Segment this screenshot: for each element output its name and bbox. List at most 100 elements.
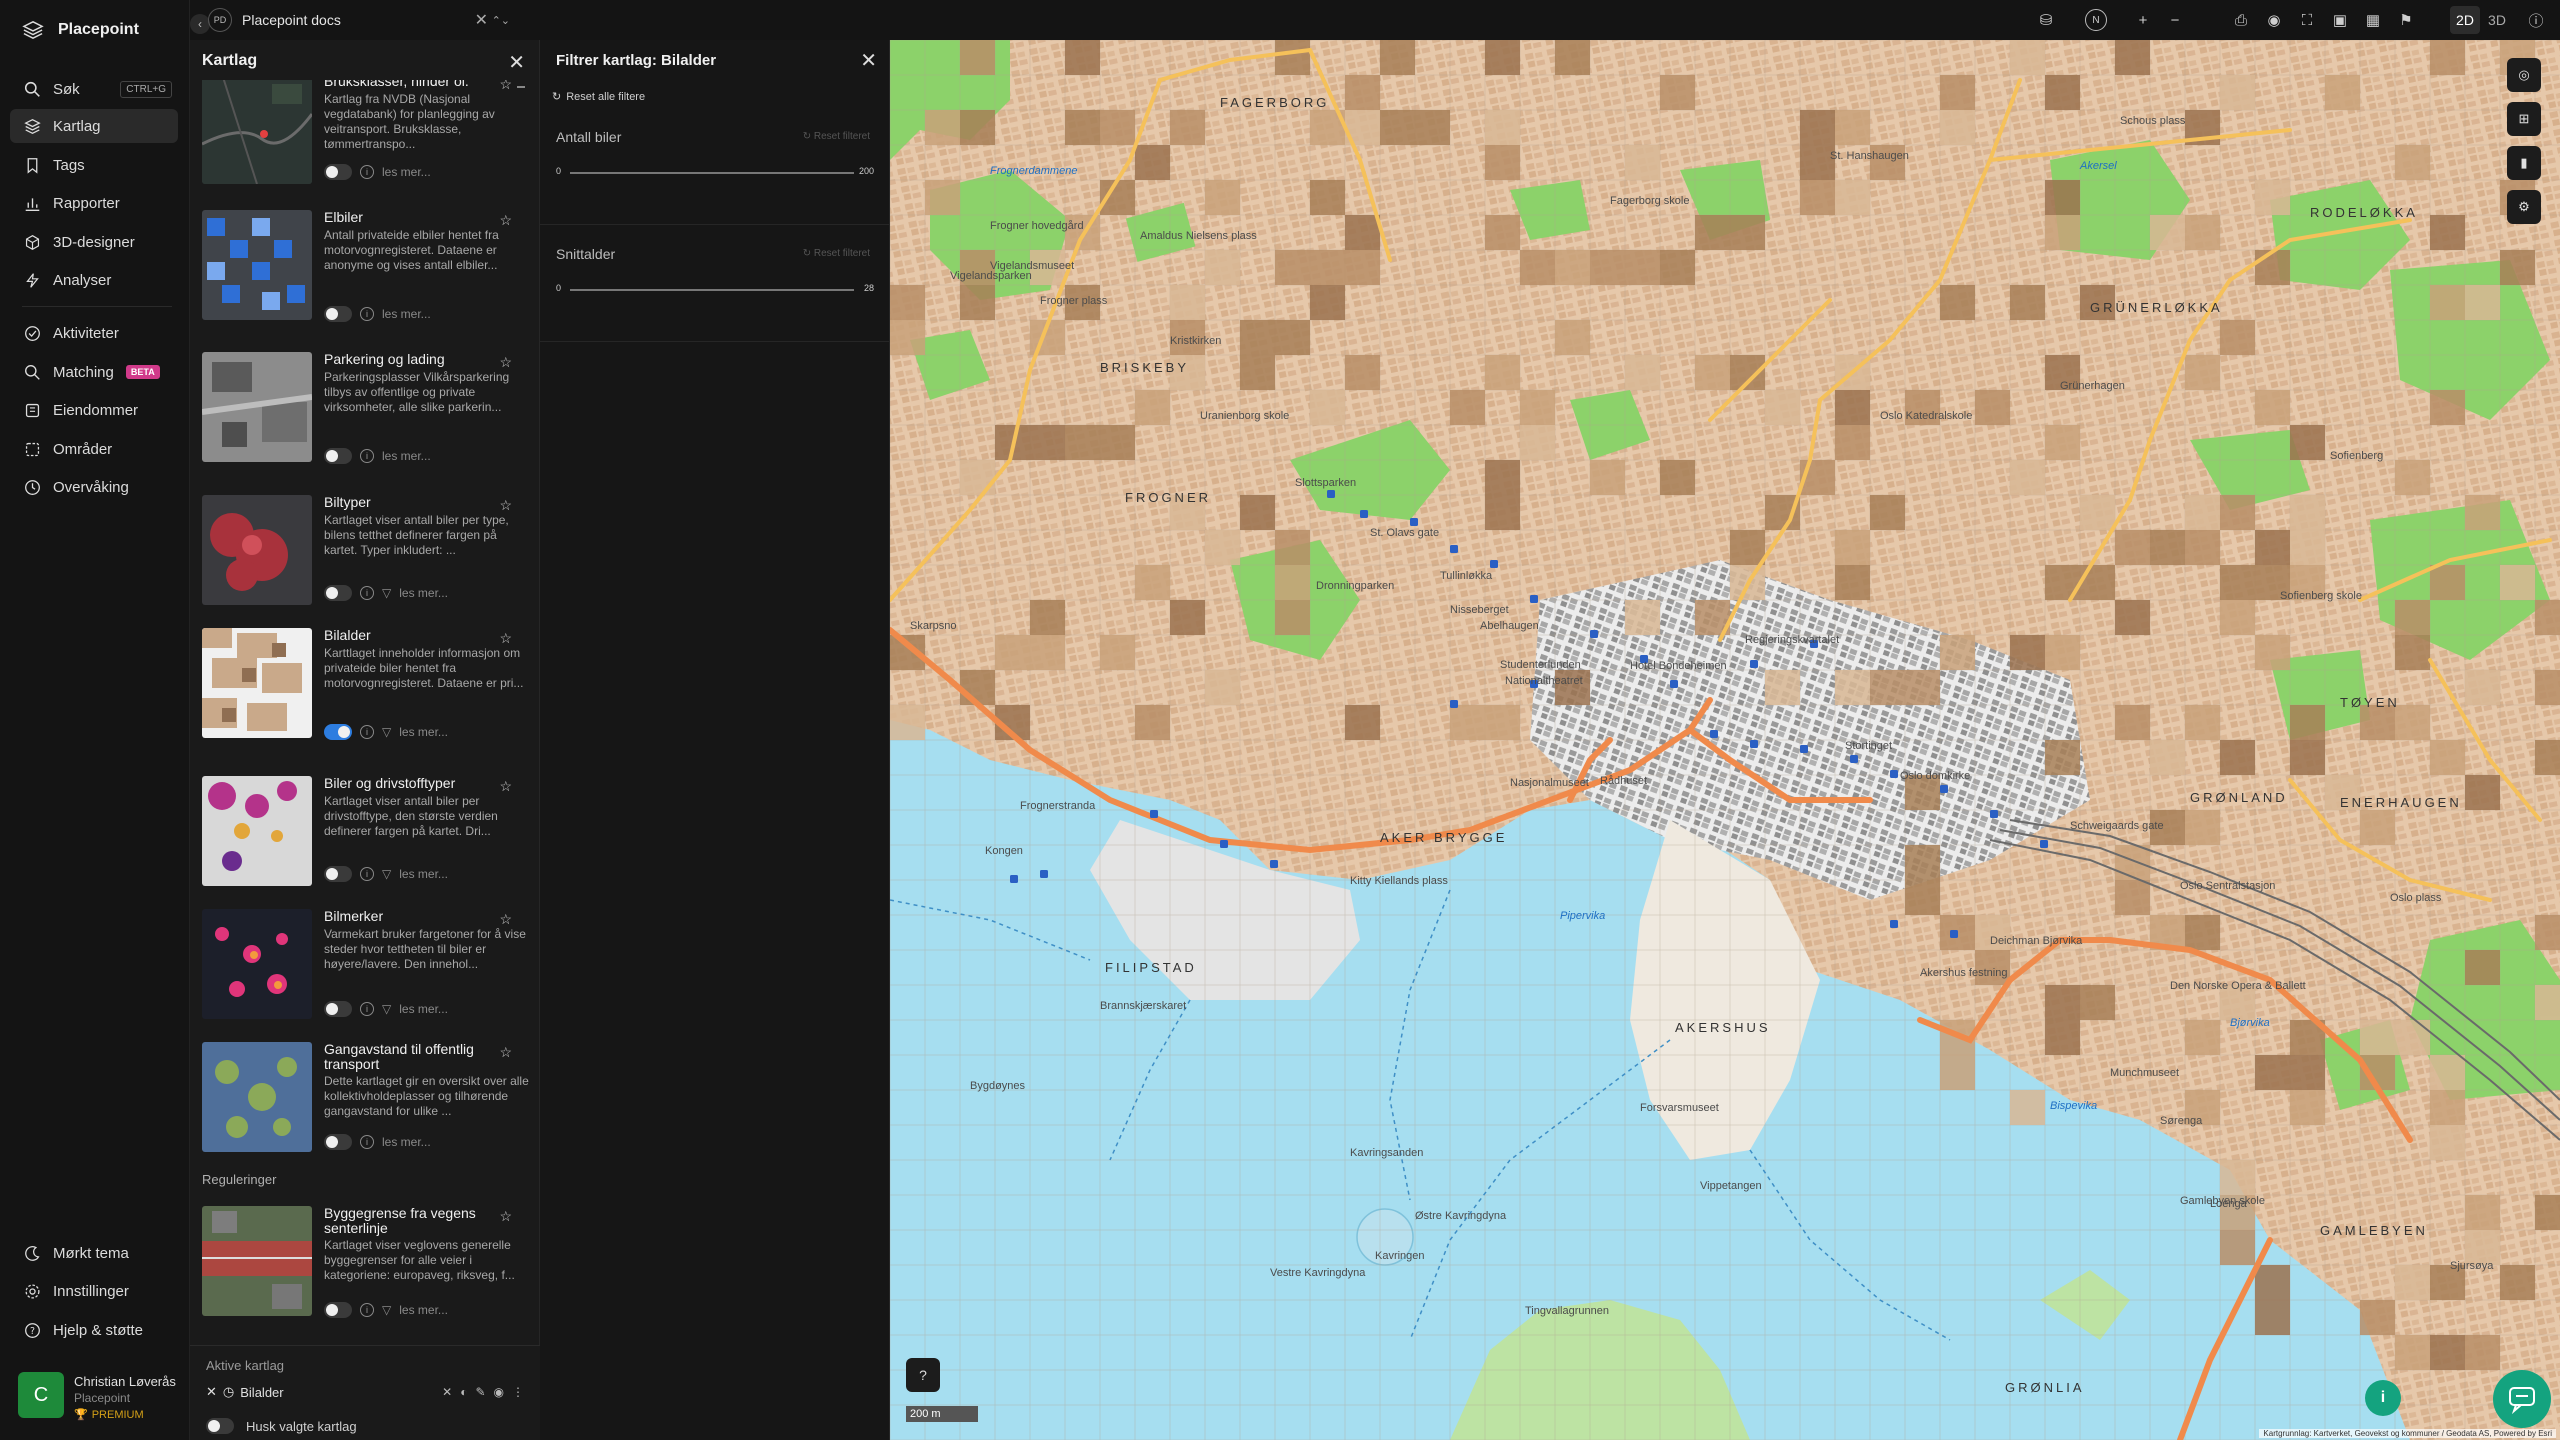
layer-item[interactable]: Bilmerker ☆ Varmekart bruker fargetoner … <box>202 909 532 1029</box>
grid-cell[interactable] <box>1940 285 1975 320</box>
grid-cell[interactable] <box>2010 285 2045 320</box>
grid-cell[interactable] <box>1940 75 1975 110</box>
nav-analyser[interactable]: Analyser <box>10 263 178 297</box>
grid-cell[interactable] <box>925 180 960 215</box>
grid-cell[interactable] <box>1135 705 1170 740</box>
grid-cell[interactable] <box>960 670 995 705</box>
grid-cell[interactable] <box>1590 250 1625 285</box>
read-more-link[interactable]: les mer... <box>399 867 448 881</box>
favorite-star-icon[interactable]: ☆ <box>499 212 512 229</box>
layer-toggle[interactable] <box>324 585 352 601</box>
grid-cell[interactable] <box>2500 565 2535 600</box>
grid-cell[interactable] <box>2220 320 2255 355</box>
close-icon[interactable]: ✕ <box>860 48 877 73</box>
bus-stop-icon[interactable] <box>1590 630 1598 638</box>
collapse-sidebar-button[interactable]: ‹ <box>190 14 210 34</box>
grid-cell[interactable] <box>1660 75 1695 110</box>
grid-cell[interactable] <box>1240 320 1275 355</box>
favorite-star-icon[interactable]: ☆ <box>499 911 512 928</box>
grid-icon[interactable]: ▦ <box>2363 10 2383 30</box>
grid-cell[interactable] <box>1905 880 1940 915</box>
bus-stop-icon[interactable] <box>1010 875 1018 883</box>
grid-cell[interactable] <box>2220 1230 2255 1265</box>
grid-cell[interactable] <box>960 460 995 495</box>
bus-stop-icon[interactable] <box>1450 545 1458 553</box>
nav-3d-designer[interactable]: 3D-designer <box>10 225 178 259</box>
grid-cell[interactable] <box>2045 215 2080 250</box>
grid-cell[interactable] <box>1835 110 1870 145</box>
filter-icon[interactable]: ▽ <box>382 867 391 881</box>
grid-cell[interactable] <box>2395 460 2430 495</box>
grid-cell[interactable] <box>2010 635 2045 670</box>
grid-cell[interactable] <box>1870 670 1905 705</box>
grid-cell[interactable] <box>1800 110 1835 145</box>
grid-cell[interactable] <box>1835 390 1870 425</box>
info-icon[interactable]: i <box>360 867 374 881</box>
eye-icon[interactable]: ◉ <box>2264 10 2284 30</box>
grid-cell[interactable] <box>1205 250 1240 285</box>
grid-cell[interactable] <box>1800 180 1835 215</box>
grid-cell[interactable] <box>2115 845 2150 880</box>
nav-matching[interactable]: Matching BETA <box>10 355 178 389</box>
grid-cell[interactable] <box>2255 1055 2290 1090</box>
grid-cell[interactable] <box>960 40 995 75</box>
grid-cell[interactable] <box>1590 460 1625 495</box>
grid-cell[interactable] <box>1485 110 1520 145</box>
grid-cell[interactable] <box>2080 985 2115 1020</box>
read-more-link[interactable]: les mer... <box>399 725 448 739</box>
bus-stop-icon[interactable] <box>2040 840 2048 848</box>
grid-cell[interactable] <box>2535 740 2560 775</box>
grid-cell[interactable] <box>995 635 1030 670</box>
grid-cell[interactable] <box>1765 670 1800 705</box>
grid-cell[interactable] <box>2080 495 2115 530</box>
info-icon[interactable]: i <box>360 1303 374 1317</box>
grid-cell[interactable] <box>1450 705 1485 740</box>
grid-cell[interactable] <box>2010 40 2045 75</box>
grid-cell[interactable] <box>2430 1055 2465 1090</box>
bus-stop-icon[interactable] <box>1360 510 1368 518</box>
active-layer-row[interactable]: ✕ ◷ Bilalder ✕ ◐ ✎ ◉ ⋮ <box>206 1380 524 1404</box>
grid-cell[interactable] <box>1940 110 1975 145</box>
grid-cell[interactable] <box>2465 950 2500 985</box>
grid-cell[interactable] <box>2290 495 2325 530</box>
zoom-in-button[interactable]: + <box>2133 10 2153 30</box>
grid-cell[interactable] <box>1030 600 1065 635</box>
grid-cell[interactable] <box>890 285 925 320</box>
grid-cell[interactable] <box>1170 285 1205 320</box>
grid-cell[interactable] <box>925 110 960 145</box>
bus-stop-icon[interactable] <box>1750 660 1758 668</box>
grid-cell[interactable] <box>2185 495 2220 530</box>
grid-cell[interactable] <box>1275 250 1310 285</box>
user-profile[interactable]: C Christian Løverås Placepoint 🏆 PREMIUM <box>18 1372 176 1421</box>
layer-item[interactable]: Biler og drivstofftyper ☆ Kartlaget vise… <box>202 776 532 896</box>
grid-cell[interactable] <box>1555 320 1590 355</box>
bus-stop-icon[interactable] <box>1530 595 1538 603</box>
favorite-star-icon[interactable]: ☆ <box>499 497 512 514</box>
bus-stop-icon[interactable] <box>1220 840 1228 848</box>
palette-icon[interactable]: ◐ <box>460 1385 467 1399</box>
nav-settings[interactable]: Innstillinger <box>10 1274 178 1308</box>
clear-document-icon[interactable]: ✕ <box>475 10 488 30</box>
grid-cell[interactable] <box>2290 740 2325 775</box>
document-selector[interactable]: PD Placepoint docs ✕ ⌃⌄ <box>208 6 528 34</box>
filter-icon[interactable]: ▽ <box>382 1002 391 1016</box>
grid-cell[interactable] <box>1310 180 1345 215</box>
grid-cell[interactable] <box>1345 75 1380 110</box>
grid-cell[interactable] <box>2255 530 2290 565</box>
grid-cell[interactable] <box>2185 705 2220 740</box>
read-more-link[interactable]: les mer... <box>399 1002 448 1016</box>
grid-cell[interactable] <box>2360 810 2395 845</box>
grid-cell[interactable] <box>1485 705 1520 740</box>
info-icon[interactable]: i <box>360 725 374 739</box>
favorite-star-icon[interactable]: ☆ <box>499 1208 512 1225</box>
grid-cell[interactable] <box>2045 635 2080 670</box>
grid-cell[interactable] <box>1310 390 1345 425</box>
grid-cell[interactable] <box>2395 635 2430 670</box>
grid-cell[interactable] <box>1310 285 1345 320</box>
layer-item[interactable]: Parkering og lading ☆ Parkeringsplasser … <box>202 352 532 472</box>
grid-cell[interactable] <box>2360 1300 2395 1335</box>
grid-cell[interactable] <box>2290 530 2325 565</box>
grid-cell[interactable] <box>2150 740 2185 775</box>
bus-stop-icon[interactable] <box>1710 730 1718 738</box>
grid-cell[interactable] <box>1835 565 1870 600</box>
